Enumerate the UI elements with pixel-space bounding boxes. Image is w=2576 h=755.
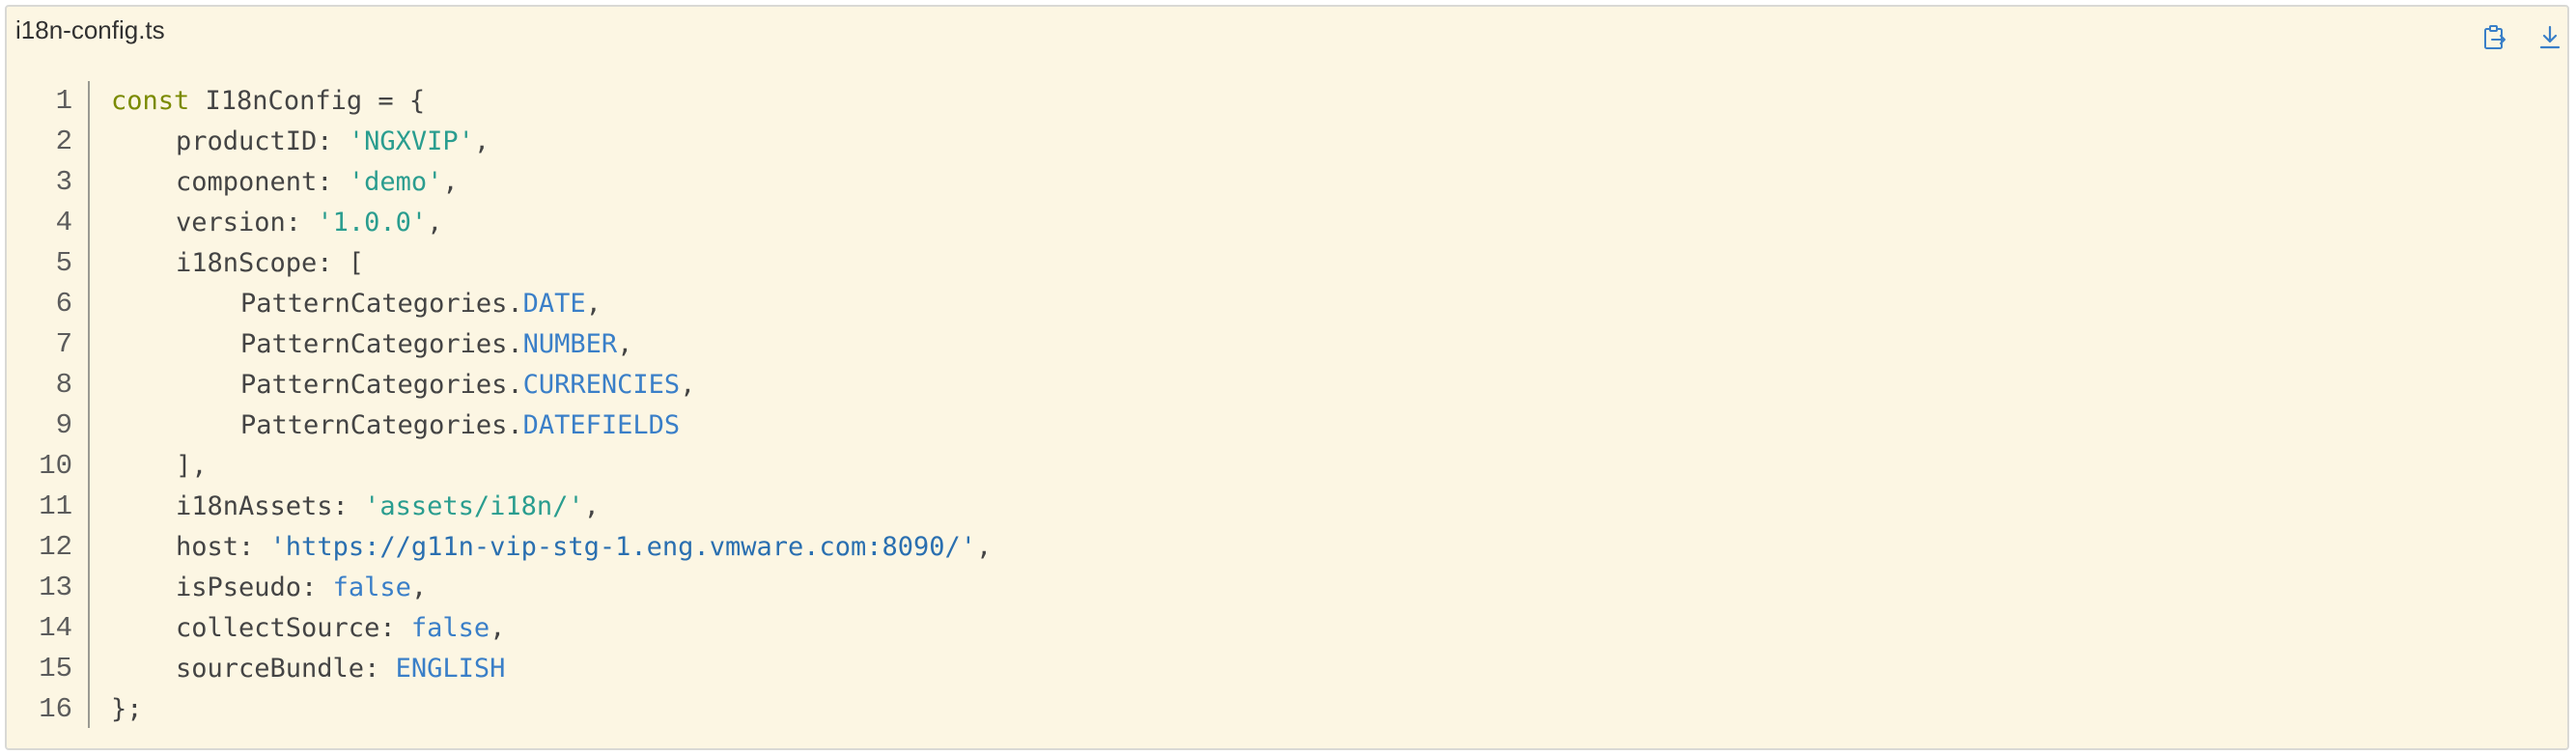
property-key: productID: <box>176 126 349 156</box>
code-block: 1 2 3 4 5 6 7 8 9 10 11 12 13 14 15 16 const I18nConfig… <box>7 81 2567 748</box>
boolean-value: false <box>410 613 490 643</box>
code-text: ], <box>176 451 208 481</box>
code-snippet-panel: i18n-config.ts 1 2 3 4 5 6 7 8 9 10 11 12 13 14 15 16 c… <box>5 5 2569 750</box>
line-number: 8 <box>55 369 72 401</box>
punctuation: , <box>583 491 600 521</box>
keyword: const <box>111 86 190 116</box>
punctuation: , <box>585 289 602 319</box>
line-number: 13 <box>39 572 72 603</box>
constant-value: ENGLISH <box>395 654 506 684</box>
property-key: isPseudo: <box>176 573 333 602</box>
download-icon <box>2539 25 2561 49</box>
code-line: PatternCategories.DATEFIELDS <box>111 405 992 446</box>
line-number: 2 <box>55 126 72 157</box>
string-value: 'NGXVIP' <box>348 126 474 156</box>
punctuation: , <box>680 370 696 400</box>
property-key: collectSource: <box>176 613 411 643</box>
line-number: 12 <box>39 531 72 563</box>
line-number: 11 <box>39 490 72 522</box>
object-ref: PatternCategories. <box>240 410 523 440</box>
code-text: i18nScope: [ <box>176 248 365 278</box>
file-name: i18n-config.ts <box>15 15 165 44</box>
line-number: 3 <box>55 166 72 198</box>
code-text: I18nConfig = { <box>189 86 426 116</box>
code-line: isPseudo: false, <box>111 568 992 608</box>
line-number: 6 <box>55 288 72 320</box>
code-line: PatternCategories.CURRENCIES, <box>111 365 992 405</box>
code-line: component: 'demo', <box>111 162 992 203</box>
code-line: }; <box>111 689 992 730</box>
code-line: host: 'https://g11n-vip-stg-1.eng.vmware… <box>111 527 992 568</box>
boolean-value: false <box>332 573 411 602</box>
property-key: version: <box>176 208 318 238</box>
download-button[interactable] <box>2531 18 2567 57</box>
string-value: 'assets/i18n/' <box>364 491 584 521</box>
url-string-value: 'https://g11n-vip-stg-1.eng.vmware.com:8… <box>269 532 977 562</box>
code-text: }; <box>111 694 143 724</box>
code-line: PatternCategories.DATE, <box>111 284 992 324</box>
property-key: i18nAssets: <box>176 491 365 521</box>
line-number: 4 <box>55 207 72 238</box>
object-ref: PatternCategories. <box>240 329 523 359</box>
enum-member: DATE <box>522 289 586 319</box>
line-number: 1 <box>55 85 72 117</box>
line-number: 16 <box>39 693 72 725</box>
line-number: 9 <box>55 409 72 441</box>
code-line: sourceBundle: ENGLISH <box>111 649 992 689</box>
object-ref: PatternCategories. <box>240 370 523 400</box>
string-value: 'demo' <box>348 167 443 197</box>
code-line: i18nScope: [ <box>111 243 992 284</box>
snippet-header: i18n-config.ts <box>7 7 2567 55</box>
string-value: '1.0.0' <box>317 208 428 238</box>
code-lines: const I18nConfig = { productID: 'NGXVIP'… <box>111 81 992 730</box>
enum-member: DATEFIELDS <box>522 410 681 440</box>
code-line: i18nAssets: 'assets/i18n/', <box>111 487 992 527</box>
punctuation: , <box>976 532 993 562</box>
property-key: host: <box>176 532 270 562</box>
code-line: PatternCategories.NUMBER, <box>111 324 992 365</box>
line-number: 5 <box>55 247 72 279</box>
line-number: 14 <box>39 612 72 644</box>
code-line: version: '1.0.0', <box>111 203 992 243</box>
enum-member: NUMBER <box>522 329 618 359</box>
property-key: sourceBundle: <box>176 654 396 684</box>
line-number-gutter: 1 2 3 4 5 6 7 8 9 10 11 12 13 14 15 16 <box>7 81 90 728</box>
line-number: 7 <box>55 328 72 360</box>
code-line: const I18nConfig = { <box>111 81 992 122</box>
copy-button[interactable] <box>2476 18 2514 57</box>
code-line: productID: 'NGXVIP', <box>111 122 992 162</box>
line-number: 15 <box>39 653 72 685</box>
punctuation: , <box>473 126 490 156</box>
punctuation: , <box>442 167 459 197</box>
property-key: component: <box>176 167 349 197</box>
punctuation: , <box>410 573 428 602</box>
enum-member: CURRENCIES <box>522 370 681 400</box>
punctuation: , <box>427 208 443 238</box>
code-line: collectSource: false, <box>111 608 992 649</box>
punctuation: , <box>617 329 633 359</box>
line-number: 10 <box>39 450 72 482</box>
punctuation: , <box>490 613 506 643</box>
code-line: ], <box>111 446 992 487</box>
copy-to-clipboard-icon <box>2484 25 2506 49</box>
object-ref: PatternCategories. <box>240 289 523 319</box>
